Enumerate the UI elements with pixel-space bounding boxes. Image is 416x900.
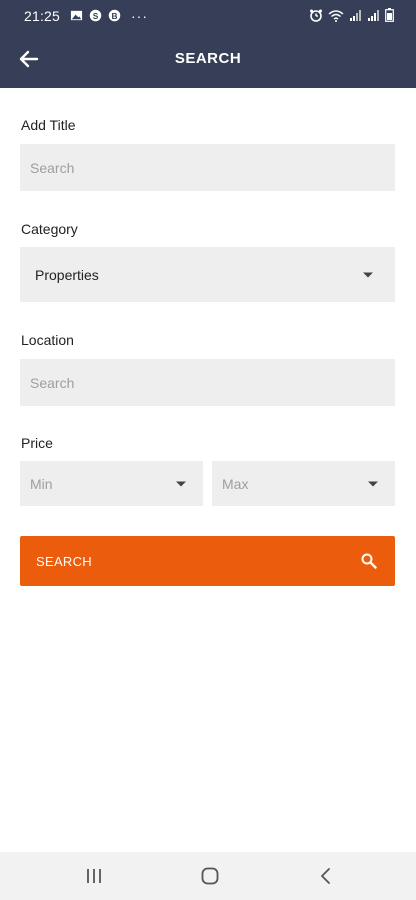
chevron-down-icon bbox=[363, 272, 373, 277]
svg-text:B: B bbox=[111, 11, 117, 21]
nav-back-button[interactable] bbox=[311, 864, 341, 888]
status-left-icons: S B ··· bbox=[70, 7, 148, 24]
status-bar: 21:25 S B ··· bbox=[0, 0, 416, 32]
price-max-value: Max bbox=[222, 475, 249, 492]
chevron-down-icon bbox=[176, 481, 186, 486]
location-search-input[interactable] bbox=[20, 359, 395, 406]
skype-icon: S bbox=[89, 9, 102, 22]
page-title: SEARCH bbox=[174, 50, 242, 67]
recent-apps-icon bbox=[87, 869, 101, 883]
add-title-label: Add Title bbox=[21, 117, 76, 133]
title-search-input[interactable] bbox=[20, 144, 395, 191]
location-label: Location bbox=[21, 332, 74, 348]
status-right-icons bbox=[309, 8, 394, 22]
wifi-icon bbox=[328, 9, 344, 22]
b-icon: B bbox=[108, 9, 121, 22]
svg-text:S: S bbox=[93, 11, 99, 21]
price-min-select[interactable]: Min bbox=[20, 461, 203, 506]
chevron-down-icon bbox=[368, 481, 378, 486]
battery-icon bbox=[385, 8, 394, 22]
category-label: Category bbox=[21, 221, 78, 237]
gallery-icon bbox=[70, 10, 83, 21]
recent-apps-button[interactable] bbox=[79, 864, 109, 888]
signal-icon bbox=[350, 9, 361, 21]
search-icon bbox=[361, 553, 377, 569]
category-value: Properties bbox=[35, 266, 99, 283]
app-header: SEARCH bbox=[0, 32, 416, 88]
price-min-value: Min bbox=[30, 475, 53, 492]
back-icon bbox=[321, 868, 330, 884]
search-button-label: SEARCH bbox=[36, 554, 92, 569]
home-button[interactable] bbox=[195, 864, 225, 888]
category-select[interactable]: Properties bbox=[20, 247, 395, 302]
price-max-select[interactable]: Max bbox=[212, 461, 395, 506]
top-bar: 21:25 S B ··· SEARCH bbox=[0, 0, 416, 88]
home-icon bbox=[201, 867, 219, 885]
search-button[interactable]: SEARCH bbox=[20, 536, 395, 586]
search-screen: 21:25 S B ··· SEARCH Add Title Search Ca… bbox=[0, 0, 416, 900]
signal-icon bbox=[368, 9, 379, 21]
status-more-dots: ··· bbox=[131, 7, 148, 24]
status-time: 21:25 bbox=[24, 8, 61, 24]
alarm-icon bbox=[310, 9, 322, 22]
system-nav-bar bbox=[0, 852, 416, 900]
price-label: Price bbox=[21, 435, 53, 451]
